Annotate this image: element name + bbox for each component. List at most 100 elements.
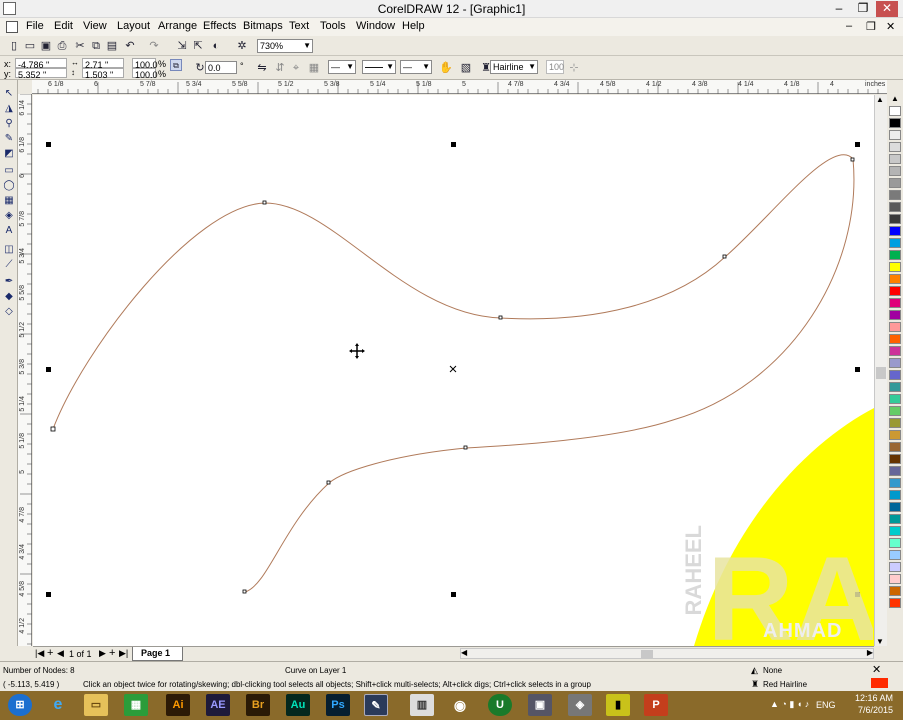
app-icon-11[interactable]: ◈ xyxy=(568,694,592,716)
doc-close-button[interactable]: ✕ xyxy=(886,20,895,33)
palette-swatch[interactable] xyxy=(889,478,901,488)
selection-handle[interactable] xyxy=(451,142,456,147)
palette-swatch[interactable] xyxy=(889,346,901,356)
photoshop-icon[interactable]: Ps xyxy=(326,694,350,716)
scale-y-field[interactable]: 100.0 xyxy=(132,68,158,80)
scroll-right-icon[interactable]: ▶ xyxy=(867,648,873,657)
menu-text[interactable]: Text xyxy=(289,20,309,32)
palette-swatch[interactable] xyxy=(889,190,901,200)
rotation-center-icon[interactable] xyxy=(449,365,457,373)
outline-width-select[interactable]: Hairline ▼ xyxy=(490,60,538,74)
scroll-left-icon[interactable]: ◀ xyxy=(461,648,467,657)
curve-node[interactable] xyxy=(326,480,331,485)
restore-button[interactable]: ❐ xyxy=(852,1,874,17)
smoothness-slider-icon[interactable]: ⊹ xyxy=(566,60,582,76)
scroll-up-icon[interactable]: ▲ xyxy=(876,95,884,104)
wrap-text-icon[interactable]: ▧ xyxy=(458,60,474,76)
doc-restore-button[interactable]: ❐ xyxy=(866,20,876,33)
mirror-horizontal-icon[interactable]: ⇋ xyxy=(254,60,270,76)
palette-swatch[interactable] xyxy=(889,154,901,164)
corel-online-icon[interactable]: ✲ xyxy=(234,38,250,54)
rotation-field[interactable]: 0.0 xyxy=(205,61,237,74)
app-icon-10[interactable]: ▣ xyxy=(528,694,552,716)
scale-x-field[interactable]: 100.0 xyxy=(132,58,158,70)
palette-swatch[interactable] xyxy=(889,454,901,464)
fill-icon[interactable]: ◭ xyxy=(751,665,758,676)
outline-color-swatch[interactable] xyxy=(871,678,888,688)
palette-swatch[interactable] xyxy=(889,490,901,500)
new-icon[interactable]: ▯ xyxy=(6,38,22,54)
palette-swatch[interactable] xyxy=(889,226,901,236)
store-icon[interactable]: ▦ xyxy=(124,694,148,716)
palette-swatch[interactable] xyxy=(889,418,901,428)
internet-explorer-icon[interactable]: e xyxy=(46,694,70,716)
text-tool-icon[interactable]: A xyxy=(2,224,16,238)
mirror-vertical-icon[interactable]: ⇵ xyxy=(272,60,288,76)
polygon-tool-icon[interactable]: ▦ xyxy=(2,194,16,208)
import-icon[interactable]: ⇲ xyxy=(174,38,190,54)
menu-layout[interactable]: Layout xyxy=(117,20,150,32)
palette-scroll-up-icon[interactable]: ▲ xyxy=(891,94,899,103)
menu-effects[interactable]: Effects xyxy=(203,20,236,32)
palette-swatch[interactable] xyxy=(889,238,901,248)
copy-icon[interactable]: ⧉ xyxy=(88,38,104,54)
palette-swatch[interactable] xyxy=(889,514,901,524)
doc-minimize-button[interactable]: – xyxy=(846,20,852,32)
vertical-scroll-thumb[interactable] xyxy=(876,367,886,379)
vertical-scrollbar[interactable]: ▲ ▼ xyxy=(874,95,887,646)
minimize-button[interactable]: – xyxy=(828,1,850,17)
selection-handle[interactable] xyxy=(855,367,860,372)
line-style-select[interactable]: —— ▼ xyxy=(362,60,396,74)
curve-node[interactable] xyxy=(262,200,267,205)
palette-swatch[interactable] xyxy=(889,142,901,152)
save-icon[interactable]: ▣ xyxy=(38,38,54,54)
curve-node[interactable] xyxy=(50,426,56,432)
application-launcher-icon[interactable]: ◐ xyxy=(208,38,224,54)
palette-swatch[interactable] xyxy=(889,394,901,404)
width-field[interactable]: 2.71 " xyxy=(82,58,124,70)
next-page-icon[interactable]: ▶ xyxy=(99,648,106,659)
palette-swatch[interactable] xyxy=(889,166,901,176)
palette-swatch[interactable] xyxy=(889,334,901,344)
paste-icon[interactable]: ▤ xyxy=(104,38,120,54)
palette-swatch[interactable] xyxy=(889,442,901,452)
start-arrowhead-select[interactable]: — ▼ xyxy=(328,60,356,74)
tray-icons[interactable]: ▲ ◔ ▮ ◖ ♪ xyxy=(770,699,809,710)
palette-swatch[interactable] xyxy=(889,526,901,536)
zoom-level-select[interactable]: 730% ▼ xyxy=(257,39,313,53)
document-icon[interactable] xyxy=(6,21,18,33)
palette-swatch[interactable] xyxy=(889,538,901,548)
after-effects-icon[interactable]: AE xyxy=(206,694,230,716)
tab-page-1[interactable]: Page 1 xyxy=(132,647,184,661)
no-fill-swatch-icon[interactable]: ✕ xyxy=(872,663,886,676)
extract-subpath-icon[interactable]: ▦ xyxy=(306,60,322,76)
ellipse-tool-icon[interactable]: ◯ xyxy=(2,179,16,193)
last-page-icon[interactable]: ▶| xyxy=(119,648,128,659)
clock-time[interactable]: 12:16 AM xyxy=(855,693,893,703)
palette-swatch[interactable] xyxy=(889,406,901,416)
utorrent-icon[interactable]: U xyxy=(488,694,512,716)
fill-tool-icon[interactable]: ◆ xyxy=(2,290,16,304)
menu-bitmaps[interactable]: Bitmaps xyxy=(243,20,283,32)
curve-node[interactable] xyxy=(850,157,855,162)
curve-node[interactable] xyxy=(722,254,727,259)
menu-tools[interactable]: Tools xyxy=(320,20,346,32)
start-button-icon[interactable]: ⊞ xyxy=(8,694,32,716)
selection-handle[interactable] xyxy=(451,592,456,597)
y-position-field[interactable]: 5.352 " xyxy=(15,68,67,80)
palette-swatch[interactable] xyxy=(889,562,901,572)
interactive-blend-tool-icon[interactable]: ◫ xyxy=(2,243,16,257)
illustrator-icon[interactable]: Ai xyxy=(166,694,190,716)
freehand-tool-icon[interactable]: ✎ xyxy=(2,132,16,146)
outline-tool-icon[interactable]: ✒ xyxy=(2,275,16,289)
powerpoint-icon[interactable]: P xyxy=(644,694,668,716)
curve-smoothness-field[interactable]: 100 xyxy=(546,60,564,74)
selection-handle[interactable] xyxy=(46,142,51,147)
basic-shapes-tool-icon[interactable]: ◈ xyxy=(2,209,16,223)
selection-handle[interactable] xyxy=(46,592,51,597)
palette-swatch[interactable] xyxy=(889,250,901,260)
rectangle-tool-icon[interactable]: ▭ xyxy=(2,164,16,178)
curve-node[interactable] xyxy=(463,445,468,450)
auto-close-curve-icon[interactable]: ✋ xyxy=(438,60,454,76)
palette-swatch[interactable] xyxy=(889,598,901,608)
